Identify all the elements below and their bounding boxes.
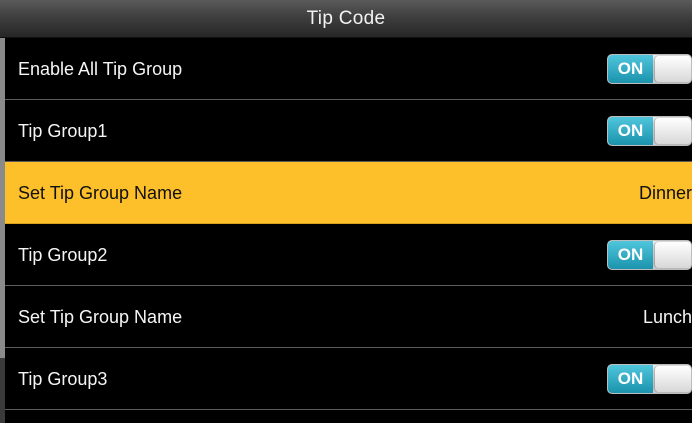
- row-label: Enable All Tip Group: [18, 59, 183, 79]
- title-bar: Tip Code: [0, 0, 692, 38]
- tip-group1-row[interactable]: Tip Group1 ON: [5, 100, 692, 162]
- toggle-knob: [655, 56, 691, 82]
- tip-group2-row[interactable]: Tip Group2 ON: [5, 224, 692, 286]
- set-tip-group1-name-row[interactable]: Set Tip Group Name Dinner: [5, 162, 692, 224]
- toggle-knob: [655, 242, 691, 268]
- row-label: Tip Group3: [18, 369, 108, 389]
- settings-list: Enable All Tip Group ON Tip Group1 ON Se…: [5, 38, 692, 423]
- row-label: Tip Group1: [18, 121, 108, 141]
- tip-group2-name-value: Lunch: [642, 307, 692, 327]
- toggle-on-label: ON: [608, 241, 653, 269]
- tip-group3-row[interactable]: Tip Group3 ON: [5, 348, 692, 410]
- toggle-knob: [655, 118, 691, 144]
- row-label: Set Tip Group Name: [18, 183, 183, 203]
- tip-group3-toggle[interactable]: ON: [607, 364, 692, 394]
- toggle-on-label: ON: [608, 117, 653, 145]
- tip-group2-toggle[interactable]: ON: [607, 240, 692, 270]
- page-title: Tip Code: [306, 8, 386, 29]
- enable-all-tip-group-row[interactable]: Enable All Tip Group ON: [5, 38, 692, 100]
- toggle-on-label: ON: [608, 55, 653, 83]
- tip-group1-toggle[interactable]: ON: [607, 116, 692, 146]
- row-label: Tip Group2: [18, 245, 108, 265]
- tip-group1-name-value: Dinner: [638, 183, 692, 203]
- set-tip-group2-name-row[interactable]: Set Tip Group Name Lunch: [5, 286, 692, 348]
- toggle-on-label: ON: [608, 365, 653, 393]
- enable-all-tip-group-toggle[interactable]: ON: [607, 54, 692, 84]
- row-label: Set Tip Group Name: [18, 307, 183, 327]
- toggle-knob: [655, 366, 691, 392]
